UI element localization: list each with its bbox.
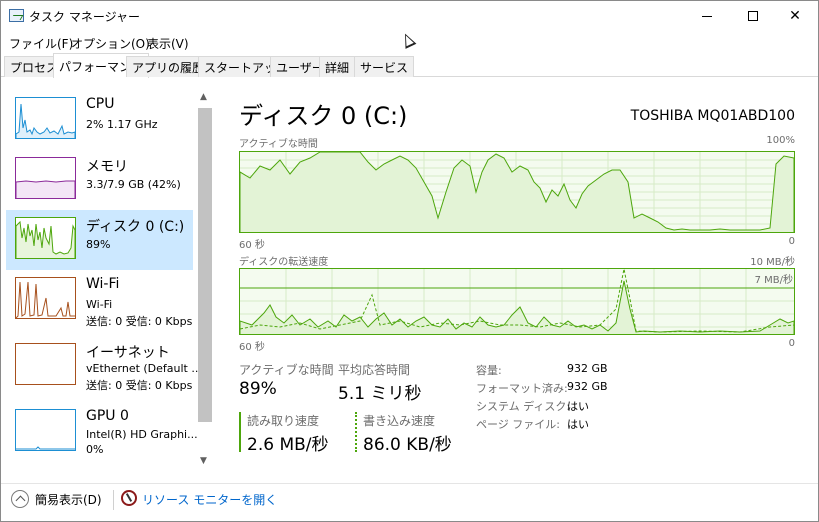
transfer-rate-graph-max: 10 MB/秒 <box>750 257 795 268</box>
resource-item-ethernet[interactable]: イーサネット vEthernet (Default ... 送信: 0 受信: … <box>6 336 202 396</box>
task-manager-window: タスク マネージャー ✕ ファイル(F) オプション(O) 表示(V) プロセス… <box>0 0 819 522</box>
open-resource-monitor-link[interactable]: リソース モニターを開く <box>142 491 277 508</box>
minimize-icon <box>702 15 712 17</box>
menu-file[interactable]: ファイル(F) <box>9 35 73 52</box>
resource-detail-2: 送信: 0 受信: 0 Kbps <box>86 379 193 392</box>
minimize-button[interactable] <box>684 1 730 31</box>
close-button[interactable]: ✕ <box>772 1 818 31</box>
maximize-button[interactable] <box>730 1 776 31</box>
gpu-thumbnail-graph <box>15 409 76 451</box>
disk-detail-panel: ディスク 0 (C:) TOSHIBA MQ01ABD100 アクティブな時間 … <box>225 78 815 475</box>
write-speed-indicator <box>355 412 357 452</box>
resource-item-cpu[interactable]: CPU 2% 1.17 GHz <box>6 90 193 150</box>
resource-detail: Intel(R) HD Graphi... <box>86 428 198 441</box>
resource-item-memory[interactable]: メモリ 3.3/7.9 GB (42%) <box>6 150 193 210</box>
active-time-axis-left: 60 秒 <box>239 240 265 251</box>
active-time-graph-label: アクティブな時間 <box>239 139 318 150</box>
resource-monitor-icon[interactable] <box>121 490 137 506</box>
active-time-graph-max: 100% <box>766 135 795 146</box>
read-speed-label: 読み取り速度 <box>247 414 320 428</box>
tab-details[interactable]: 詳細 <box>319 56 356 77</box>
resource-title: メモリ <box>86 159 128 175</box>
menu-options[interactable]: オプション(O) <box>71 35 150 52</box>
active-time-value: 89% <box>239 379 277 399</box>
scroll-down-icon[interactable]: ▼ <box>200 456 207 466</box>
active-time-axis-right: 0 <box>788 236 795 247</box>
tab-bar: プロセス パフォーマンス アプリの履歴 スタートアップ ユーザー 詳細 サービス <box>1 53 818 78</box>
page-file-label: ページ ファイル: <box>476 418 560 431</box>
resource-title: イーサネット <box>86 345 170 361</box>
resource-detail-2: 送信: 0 受信: 0 Kbps <box>86 315 193 328</box>
capacity-value: 932 GB <box>567 362 608 375</box>
resource-detail: vEthernet (Default ... <box>86 362 202 375</box>
footer-bar: 簡易表示(D) リソース モニターを開く <box>1 483 818 521</box>
resource-detail-2: 0% <box>86 443 104 456</box>
resource-detail: 2% 1.17 GHz <box>86 118 158 131</box>
formatted-label: フォーマット済み: <box>476 382 568 395</box>
tab-services[interactable]: サービス <box>354 56 415 77</box>
disk-model: TOSHIBA MQ01ABD100 <box>630 108 795 124</box>
resource-title: CPU <box>86 96 115 112</box>
title-bar[interactable]: タスク マネージャー ✕ <box>1 1 818 31</box>
active-time-graph <box>239 151 795 233</box>
resource-item-wifi[interactable]: Wi-Fi Wi-Fi 送信: 0 受信: 0 Kbps <box>6 270 193 330</box>
transfer-rate-axis-right: 0 <box>788 338 795 349</box>
formatted-value: 932 GB <box>567 380 608 393</box>
scrollbar-thumb[interactable] <box>198 108 212 422</box>
scroll-up-icon[interactable]: ▲ <box>200 92 207 102</box>
close-icon: ✕ <box>789 8 801 24</box>
resource-detail: 3.3/7.9 GB (42%) <box>86 178 181 191</box>
resource-list: CPU 2% 1.17 GHz メモリ 3.3/7.9 GB (42%) ディス… <box>1 78 215 475</box>
response-time-value: 5.1 ミリ秒 <box>338 384 422 404</box>
window-title: タスク マネージャー <box>29 10 140 24</box>
cpu-thumbnail-graph <box>15 97 76 139</box>
transfer-rate-sub-max: 7 MB/秒 <box>754 275 793 286</box>
resource-list-scrollbar[interactable]: ▲ ▼ <box>197 90 213 470</box>
fewer-details-button[interactable]: 簡易表示(D) <box>35 491 102 508</box>
page-file-value: はい <box>567 418 589 431</box>
transfer-rate-graph-label: ディスクの転送速度 <box>239 257 329 268</box>
wifi-thumbnail-graph <box>15 277 76 319</box>
maximize-icon <box>748 11 758 21</box>
transfer-rate-graph <box>239 268 795 335</box>
system-disk-label: システム ディスク: <box>476 400 571 413</box>
memory-thumbnail-graph <box>15 157 76 199</box>
fewer-details-chevron-icon[interactable] <box>11 490 29 508</box>
task-manager-icon <box>9 9 24 22</box>
resource-title: Wi-Fi <box>86 276 120 292</box>
read-speed-indicator <box>239 412 241 452</box>
capacity-label: 容量: <box>476 364 502 377</box>
response-time-label: 平均応答時間 <box>338 363 411 377</box>
disk-title: ディスク 0 (C:) <box>239 102 408 130</box>
resource-item-gpu[interactable]: GPU 0 Intel(R) HD Graphi... 0% <box>6 402 198 462</box>
resource-detail: 89% <box>86 238 111 251</box>
disk-thumbnail-graph <box>15 217 76 259</box>
system-disk-value: はい <box>567 400 589 413</box>
resource-title: ディスク 0 (C:) <box>86 219 185 235</box>
resource-title: GPU 0 <box>86 408 129 424</box>
write-speed-value: 86.0 KB/秒 <box>363 435 452 455</box>
resource-detail: Wi-Fi <box>86 298 113 311</box>
active-time-label: アクティブな時間 <box>239 363 334 377</box>
menu-view[interactable]: 表示(V) <box>147 35 189 52</box>
read-speed-value: 2.6 MB/秒 <box>247 435 329 455</box>
resource-item-disk[interactable]: ディスク 0 (C:) 89% <box>6 210 193 270</box>
footer-divider <box>113 490 114 510</box>
write-speed-label: 書き込み速度 <box>363 414 436 428</box>
ethernet-thumbnail-graph <box>15 343 76 385</box>
transfer-rate-axis-left: 60 秒 <box>239 342 265 353</box>
